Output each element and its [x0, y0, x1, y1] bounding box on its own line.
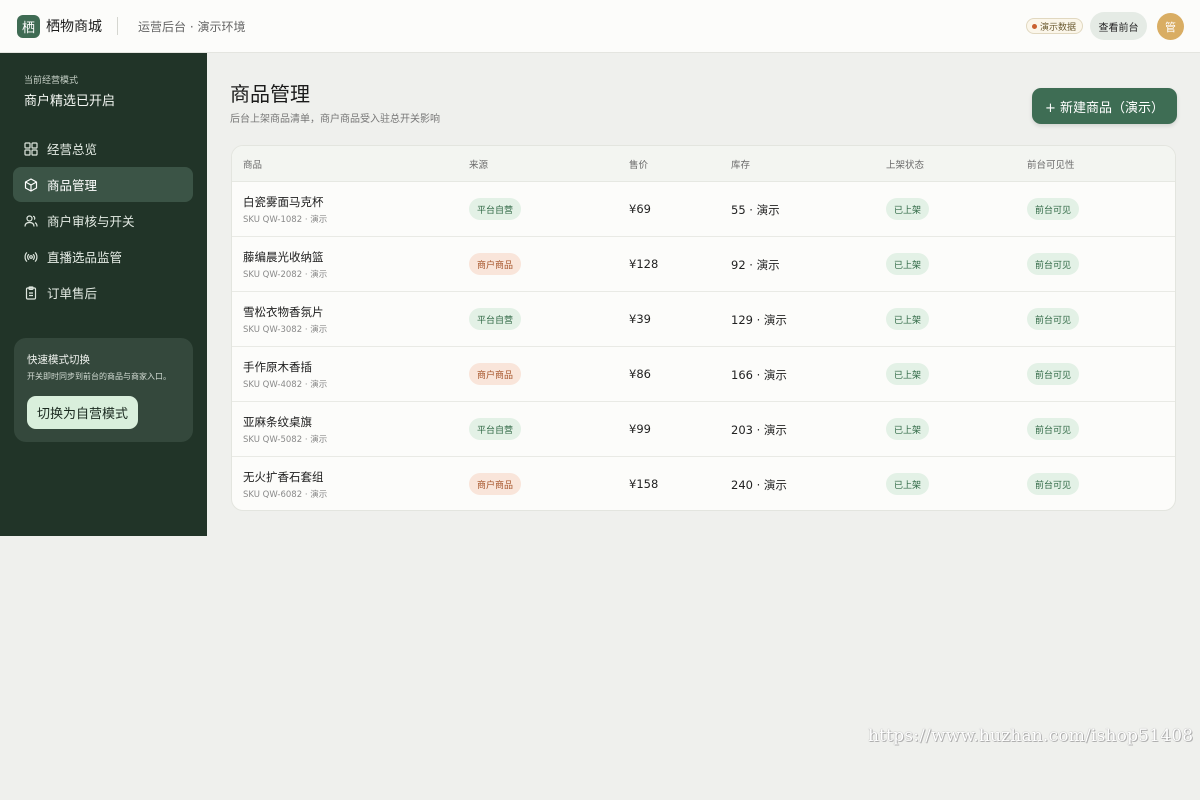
column-header: 前台可见性 — [1027, 160, 1075, 171]
product-name[interactable]: 无火扩香石套组 — [243, 469, 324, 485]
listing-status-badge: 已上架 — [886, 418, 930, 440]
product-sku: SKU QW-3082 · 演示 — [243, 325, 328, 335]
brand-name[interactable]: 栖物商城 — [46, 16, 102, 36]
product-sku: SKU QW-1082 · 演示 — [243, 215, 328, 225]
product-stock: 129 · 演示 — [731, 313, 787, 327]
table-row[interactable]: 白瓷雾面马克杯 SKU QW-1082 · 演示 平台自营 ¥69 55 · 演示 已上架… — [232, 182, 1175, 237]
product-sku: SKU QW-2082 · 演示 — [243, 270, 328, 280]
status-dot-icon — [1032, 23, 1037, 29]
product-price: ¥69 — [629, 202, 651, 216]
product-price: ¥86 — [629, 367, 651, 381]
listing-status-badge: 已上架 — [886, 198, 930, 220]
avatar[interactable]: 管 — [1157, 13, 1184, 40]
column-header: 商品 — [243, 160, 263, 171]
sidebar-item-live[interactable]: 直播选品监管 — [13, 239, 193, 274]
product-stock: 92 · 演示 — [731, 258, 780, 272]
sidebar-item-overview[interactable]: 经营总览 — [13, 131, 193, 166]
source-badge: 平台自营 — [469, 418, 522, 440]
column-header: 来源 — [469, 160, 489, 171]
product-stock: 166 · 演示 — [731, 368, 787, 382]
product-sku: SKU QW-4082 · 演示 — [243, 380, 328, 390]
switch-card-description: 开关即时同步到前台的商品与商家入口。 — [27, 372, 171, 381]
sidebar-item-orders[interactable]: 订单售后 — [13, 275, 193, 310]
product-stock: 203 · 演示 — [731, 423, 787, 437]
watermark-text: https://www.huzhan.com/ishop51408 — [868, 726, 1194, 746]
product-name[interactable]: 手作原木香插 — [243, 359, 312, 375]
source-badge: 平台自营 — [469, 198, 522, 220]
product-price: ¥39 — [629, 312, 651, 326]
table-row[interactable]: 亚麻条纹桌旗 SKU QW-5082 · 演示 平台自营 ¥99 203 · 演示 已上架… — [232, 402, 1175, 457]
product-stock: 55 · 演示 — [731, 203, 780, 217]
sidebar-item-merchants[interactable]: 商户审核与开关 — [13, 203, 193, 238]
demo-badge-label: 演示数据 — [1040, 22, 1077, 33]
package-icon — [24, 177, 38, 192]
mode-value: 商户精选已开启 — [24, 94, 116, 109]
sidebar-item-products[interactable]: 商品管理 — [13, 167, 193, 202]
table-row[interactable]: 无火扩香石套组 SKU QW-6082 · 演示 商户商品 ¥158 240 · 演示 已… — [232, 457, 1175, 510]
visibility-badge: 前台可见 — [1027, 253, 1080, 275]
broadcast-icon — [24, 250, 38, 264]
product-name[interactable]: 藤编晨光收纳篮 — [243, 249, 324, 265]
sidebar-item-label: 商品管理 — [47, 178, 98, 193]
product-price: ¥128 — [629, 257, 659, 271]
table-row[interactable]: 藤编晨光收纳篮 SKU QW-2082 · 演示 商户商品 ¥128 92 · 演示 已上… — [232, 237, 1175, 292]
column-header: 售价 — [629, 160, 649, 171]
product-name[interactable]: 亚麻条纹桌旗 — [243, 414, 312, 430]
sidebar-item-label: 订单售后 — [47, 286, 98, 301]
clipboard-icon — [24, 285, 38, 300]
header-divider — [117, 17, 118, 35]
switch-card-title: 快速模式切换 — [27, 354, 90, 366]
product-name[interactable]: 白瓷雾面马克杯 — [243, 194, 324, 210]
listing-status-badge: 已上架 — [886, 473, 930, 495]
visibility-badge: 前台可见 — [1027, 363, 1080, 385]
source-badge: 商户商品 — [469, 253, 522, 275]
new-product-button[interactable]: + 新建商品（演示） — [1032, 88, 1177, 124]
table-row[interactable]: 雪松衣物香氛片 SKU QW-3082 · 演示 平台自营 ¥39 129 · 演示 已上… — [232, 292, 1175, 347]
product-price: ¥158 — [629, 477, 659, 491]
page-title: 商品管理 — [230, 82, 310, 106]
grid-icon — [24, 141, 38, 156]
environment-label: 运营后台 · 演示环境 — [138, 20, 246, 34]
source-badge: 商户商品 — [469, 473, 522, 495]
visibility-badge: 前台可见 — [1027, 308, 1080, 330]
sidebar-item-label: 经营总览 — [47, 142, 98, 157]
product-sku: SKU QW-6082 · 演示 — [243, 490, 328, 500]
product-table: 商品 来源 售价 库存 上架状态 前台可见性 白瓷雾面马克杯 SKU QW-108… — [231, 145, 1176, 511]
logo-icon[interactable]: 栖 — [17, 15, 40, 38]
top-bar: 栖 栖物商城 运营后台 · 演示环境 演示数据 查看前台 管 — [0, 0, 1200, 53]
listing-status-badge: 已上架 — [886, 363, 930, 385]
sidebar: 当前经营模式 商户精选已开启 经营总览 商品管理 商户审核与开关 直播选品监管 … — [0, 53, 207, 536]
listing-status-badge: 已上架 — [886, 253, 930, 275]
view-frontend-button[interactable]: 查看前台 — [1090, 12, 1147, 40]
sidebar-item-label: 直播选品监管 — [47, 250, 123, 265]
product-price: ¥99 — [629, 422, 651, 436]
sidebar-item-label: 商户审核与开关 — [47, 214, 135, 229]
product-sku: SKU QW-5082 · 演示 — [243, 435, 328, 445]
source-badge: 商户商品 — [469, 363, 522, 385]
mode-caption: 当前经营模式 — [24, 76, 79, 86]
column-header: 上架状态 — [886, 160, 925, 171]
product-stock: 240 · 演示 — [731, 478, 787, 492]
source-badge: 平台自营 — [469, 308, 522, 330]
switch-mode-button[interactable]: 切换为自营模式 — [27, 396, 139, 429]
visibility-badge: 前台可见 — [1027, 473, 1080, 495]
table-row[interactable]: 手作原木香插 SKU QW-4082 · 演示 商户商品 ¥86 166 · 演示 已上架… — [232, 347, 1175, 402]
listing-status-badge: 已上架 — [886, 308, 930, 330]
users-icon — [24, 214, 38, 228]
visibility-badge: 前台可见 — [1027, 198, 1080, 220]
demo-data-badge: 演示数据 — [1026, 18, 1084, 34]
column-header: 库存 — [731, 160, 751, 171]
table-header: 商品 来源 售价 库存 上架状态 前台可见性 — [232, 146, 1175, 182]
page-subtitle: 后台上架商品清单，商户商品受入驻总开关影响 — [230, 114, 440, 125]
product-name[interactable]: 雪松衣物香氛片 — [243, 304, 324, 320]
visibility-badge: 前台可见 — [1027, 418, 1080, 440]
mode-switch-card: 快速模式切换 开关即时同步到前台的商品与商家入口。 切换为自营模式 — [14, 338, 193, 442]
